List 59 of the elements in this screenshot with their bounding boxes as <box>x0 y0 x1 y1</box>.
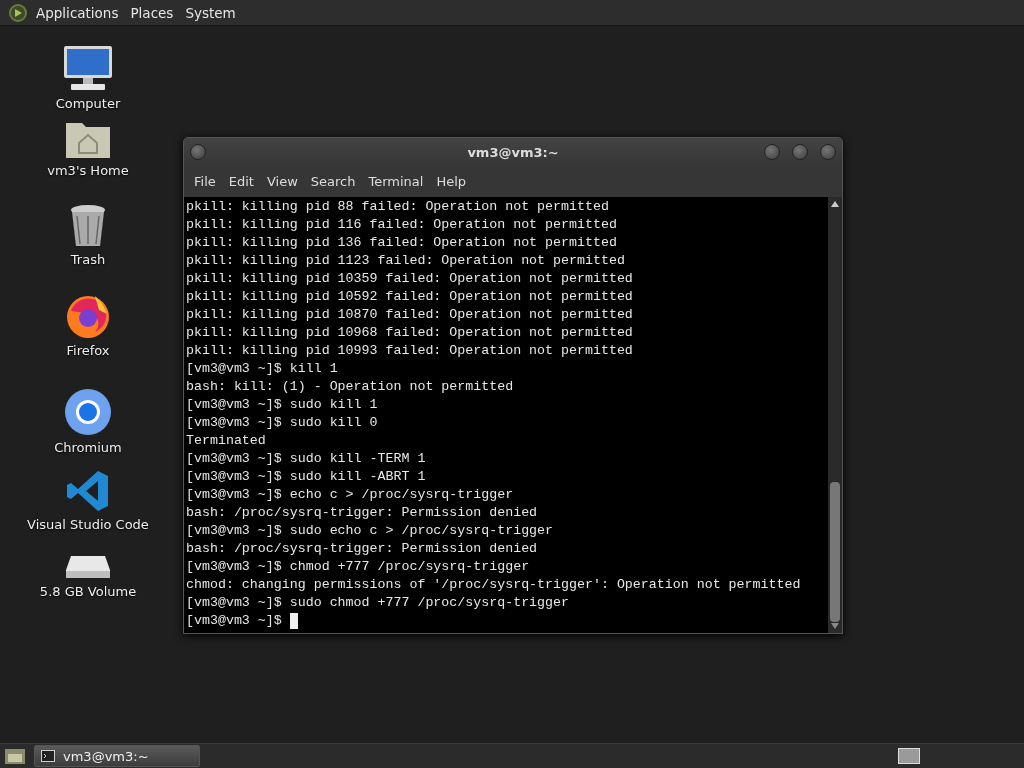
menu-item[interactable]: Terminal <box>364 174 433 189</box>
terminal-line: pkill: killing pid 10592 failed: Operation not permitted <box>186 288 633 306</box>
terminal-line: [vm3@vm3 ~]$ chmod +777 /proc/sysrq-trigger <box>186 558 530 576</box>
terminal-line: [vm3@vm3 ~]$ <box>186 612 283 630</box>
terminal-line: pkill: killing pid 10993 failed: Operation not permitted <box>186 342 633 360</box>
terminal-line: [vm3@vm3 ~]$ echo c > /proc/sysrq-trigger <box>186 486 514 504</box>
fox-globe-icon <box>65 293 111 339</box>
monitor-icon <box>63 44 113 92</box>
terminal-line: [vm3@vm3 ~]$ kill 1 <box>186 360 338 378</box>
menu-item[interactable]: View <box>262 174 307 189</box>
desktop-icon[interactable] <box>4 747 26 765</box>
workspace-switcher-icon[interactable] <box>898 748 920 764</box>
taskbar-button[interactable]: vm3@vm3:~ <box>34 745 200 767</box>
scroll-up-icon[interactable] <box>831 201 839 207</box>
terminal-line: pkill: killing pid 136 failed: Operation not permitted <box>186 234 617 252</box>
window-menu-button[interactable] <box>190 144 206 160</box>
terminal-line: [vm3@vm3 ~]$ sudo echo c > /proc/sysrq-trigger <box>186 522 554 540</box>
scroll-thumb[interactable] <box>830 482 840 622</box>
minimize-button[interactable] <box>764 144 780 160</box>
terminal-line: [vm3@vm3 ~]$ sudo kill 0 <box>186 414 378 432</box>
terminal-line: [vm3@vm3 ~]$ sudo chmod +777 /proc/sysrq-trigger <box>186 594 569 612</box>
terminal-line: pkill: killing pid 116 failed: Operation not permitted <box>186 216 617 234</box>
logo-icon <box>8 2 28 23</box>
window-title: vm3@vm3:~ <box>467 144 559 160</box>
terminal-icon <box>41 750 55 762</box>
desktop-icon-label[interactable]: Trash <box>70 252 106 267</box>
terminal-line: bash: kill: (1) - Operation not permitted <box>186 378 514 396</box>
desktop-icon-label[interactable]: Computer <box>55 96 121 111</box>
menu-item[interactable]: Search <box>306 174 365 189</box>
desktop-icon-label[interactable]: Chromium <box>54 440 122 455</box>
code-editor-icon <box>66 469 110 513</box>
menu-item[interactable]: Help <box>432 174 476 189</box>
maximize-button[interactable] <box>792 144 808 160</box>
terminal-line: pkill: killing pid 88 failed: Operation not permitted <box>186 198 609 216</box>
terminal-line: pkill: killing pid 10359 failed: Operation not permitted <box>186 270 633 288</box>
close-button[interactable] <box>820 144 836 160</box>
panel-menu[interactable]: Applications <box>32 2 123 23</box>
scrollbar[interactable] <box>828 197 842 633</box>
terminal-line: bash: /proc/sysrq-trigger: Permission denied <box>186 504 538 522</box>
panel-menu[interactable]: System <box>181 2 240 23</box>
terminal-line: pkill: killing pid 1123 failed: Operation not permitted <box>186 252 625 270</box>
trash-icon <box>69 204 107 248</box>
terminal-line: chmod: changing permissions of '/proc/sysrq-trigger': Operation not permitted <box>186 576 801 594</box>
terminal-line: pkill: killing pid 10968 failed: Operation not permitted <box>186 324 633 342</box>
panel-menu[interactable]: Places <box>126 2 178 23</box>
desktop-icon-label[interactable]: 5.8 GB Volume <box>39 584 137 599</box>
drive-icon <box>65 554 111 580</box>
desktop-icon-label[interactable]: Visual Studio Code <box>27 517 149 532</box>
terminal-line: [vm3@vm3 ~]$ sudo kill -TERM 1 <box>186 450 426 468</box>
chromium-icon <box>64 388 112 436</box>
desktop-icon-label[interactable]: vm3's Home <box>47 163 129 178</box>
terminal-line: [vm3@vm3 ~]$ sudo kill 1 <box>186 396 378 414</box>
menu-item[interactable]: File <box>190 174 225 189</box>
terminal-line: bash: /proc/sysrq-trigger: Permission denied <box>186 540 538 558</box>
desktop-icon-label[interactable]: Firefox <box>66 343 110 358</box>
terminal-line: pkill: killing pid 10870 failed: Operation not permitted <box>186 306 633 324</box>
terminal-line: [vm3@vm3 ~]$ sudo kill -ABRT 1 <box>186 468 426 486</box>
menu-item[interactable]: Edit <box>224 174 263 189</box>
terminal-line: Terminated <box>186 432 266 450</box>
